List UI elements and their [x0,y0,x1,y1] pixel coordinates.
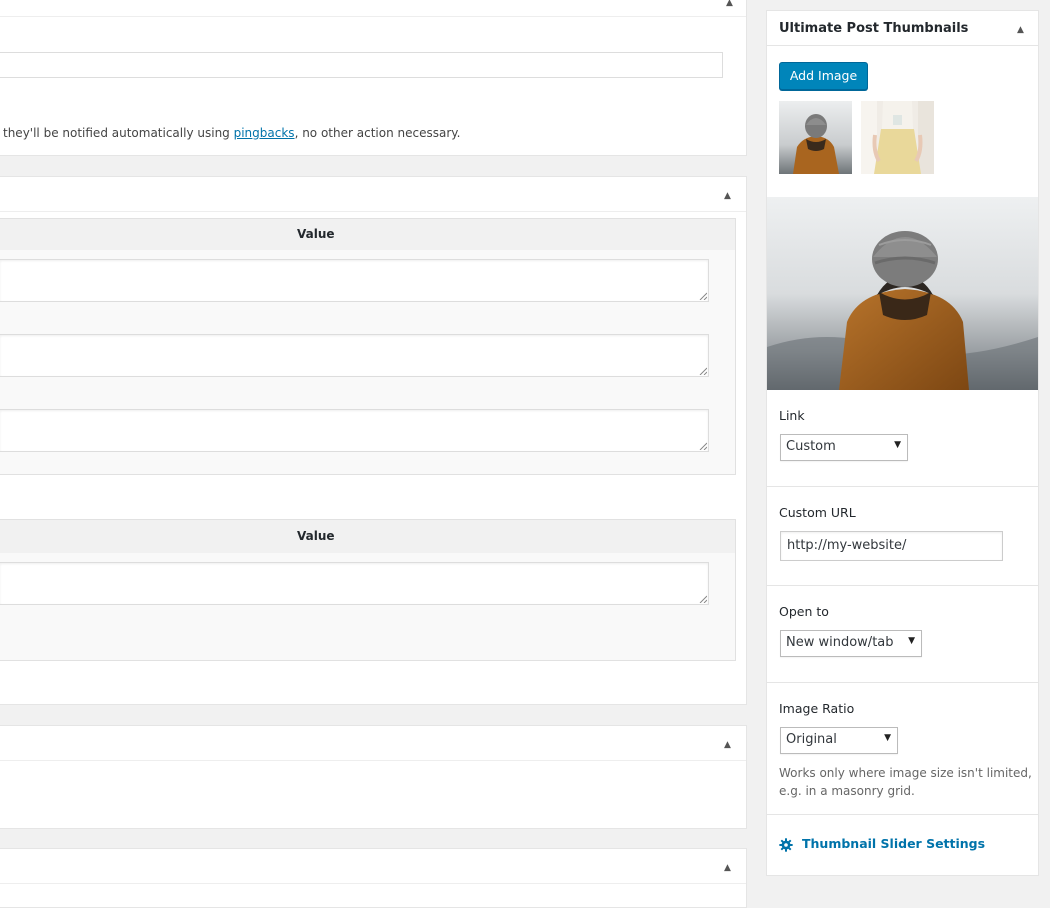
collapse-triangle-icon[interactable]: ▲ [724,740,731,750]
value-column-header: Value [297,227,335,241]
link-label: Link [779,408,805,423]
collapse-triangle-icon[interactable]: ▲ [726,0,733,8]
section-divider [767,585,1038,586]
custom-fields-panel: ▲ Value Value [0,176,747,705]
field-value-textarea[interactable] [0,409,709,452]
person-yellow-skirt-image [861,101,934,174]
resize-grip-icon[interactable] [699,367,707,375]
section-divider [767,486,1038,487]
new-field-value-textarea[interactable] [0,562,709,605]
custom-fields-table: Value [0,218,736,475]
panel-header-divider [0,760,746,761]
person-hoodie-image [779,101,852,174]
open-to-select-value: New window/tab [786,635,894,650]
help-text-part: , no other action necessary. [294,126,461,140]
thumbnail-person-hoodie[interactable] [779,101,852,174]
add-custom-field-table: Value [0,519,736,661]
collapse-triangle-icon[interactable]: ▲ [1017,25,1024,35]
field-value-textarea[interactable] [0,259,709,302]
link-select-value: Custom [786,439,836,454]
image-ratio-help: Works only where image size isn't limite… [779,764,1032,800]
trackbacks-help-text: they'll be notified automatically using … [3,126,460,140]
custom-url-label: Custom URL [779,505,856,520]
ultimate-post-thumbnails-box: Ultimate Post Thumbnails ▲ Add Image Lin… [766,10,1039,876]
resize-grip-icon[interactable] [699,595,707,603]
trackbacks-panel: ▲ they'll be notified automatically usin… [0,0,747,156]
collapse-triangle-icon[interactable]: ▲ [724,191,731,201]
open-to-label: Open to [779,604,829,619]
title-divider [767,45,1038,46]
field-value-textarea[interactable] [0,334,709,377]
box-title: Ultimate Post Thumbnails [779,21,969,36]
panel-header-divider [0,211,746,212]
section-divider [767,814,1038,815]
dropdown-arrow-icon: ▼ [908,636,915,646]
help-text-part: they'll be notified automatically using [3,126,234,140]
custom-url-input[interactable]: http://my-website/ [780,531,1003,561]
resize-grip-icon[interactable] [699,292,707,300]
person-hoodie-preview-image [767,197,1038,390]
panel-header-divider [0,883,746,884]
pingbacks-link[interactable]: pingbacks [234,126,295,140]
collapsed-panel: ▲ [0,725,747,829]
selected-image-preview[interactable] [767,197,1038,390]
panel-header-divider [0,16,746,17]
dropdown-arrow-icon: ▼ [884,733,891,743]
image-ratio-label: Image Ratio [779,701,855,716]
collapsed-panel: ▲ [0,848,747,908]
thumbnail-person-yellow-skirt[interactable] [861,101,934,174]
image-ratio-select[interactable]: Original ▼ [780,727,898,754]
section-divider [767,682,1038,683]
settings-link-label: Thumbnail Slider Settings [802,836,986,851]
value-column-header: Value [297,529,335,543]
dropdown-arrow-icon: ▼ [894,440,901,450]
table-header: Value [0,520,735,553]
trackback-urls-input[interactable] [0,52,723,78]
image-ratio-select-value: Original [786,732,837,747]
add-image-button[interactable]: Add Image [779,62,868,90]
gear-icon [779,838,793,852]
help-line: Works only where image size isn't limite… [779,766,1032,780]
table-header: Value [0,219,735,250]
resize-grip-icon[interactable] [699,442,707,450]
custom-url-value: http://my-website/ [787,538,907,553]
collapse-triangle-icon[interactable]: ▲ [724,863,731,873]
open-to-select[interactable]: New window/tab ▼ [780,630,922,657]
help-line: e.g. in a masonry grid. [779,784,915,798]
link-select[interactable]: Custom ▼ [780,434,908,461]
